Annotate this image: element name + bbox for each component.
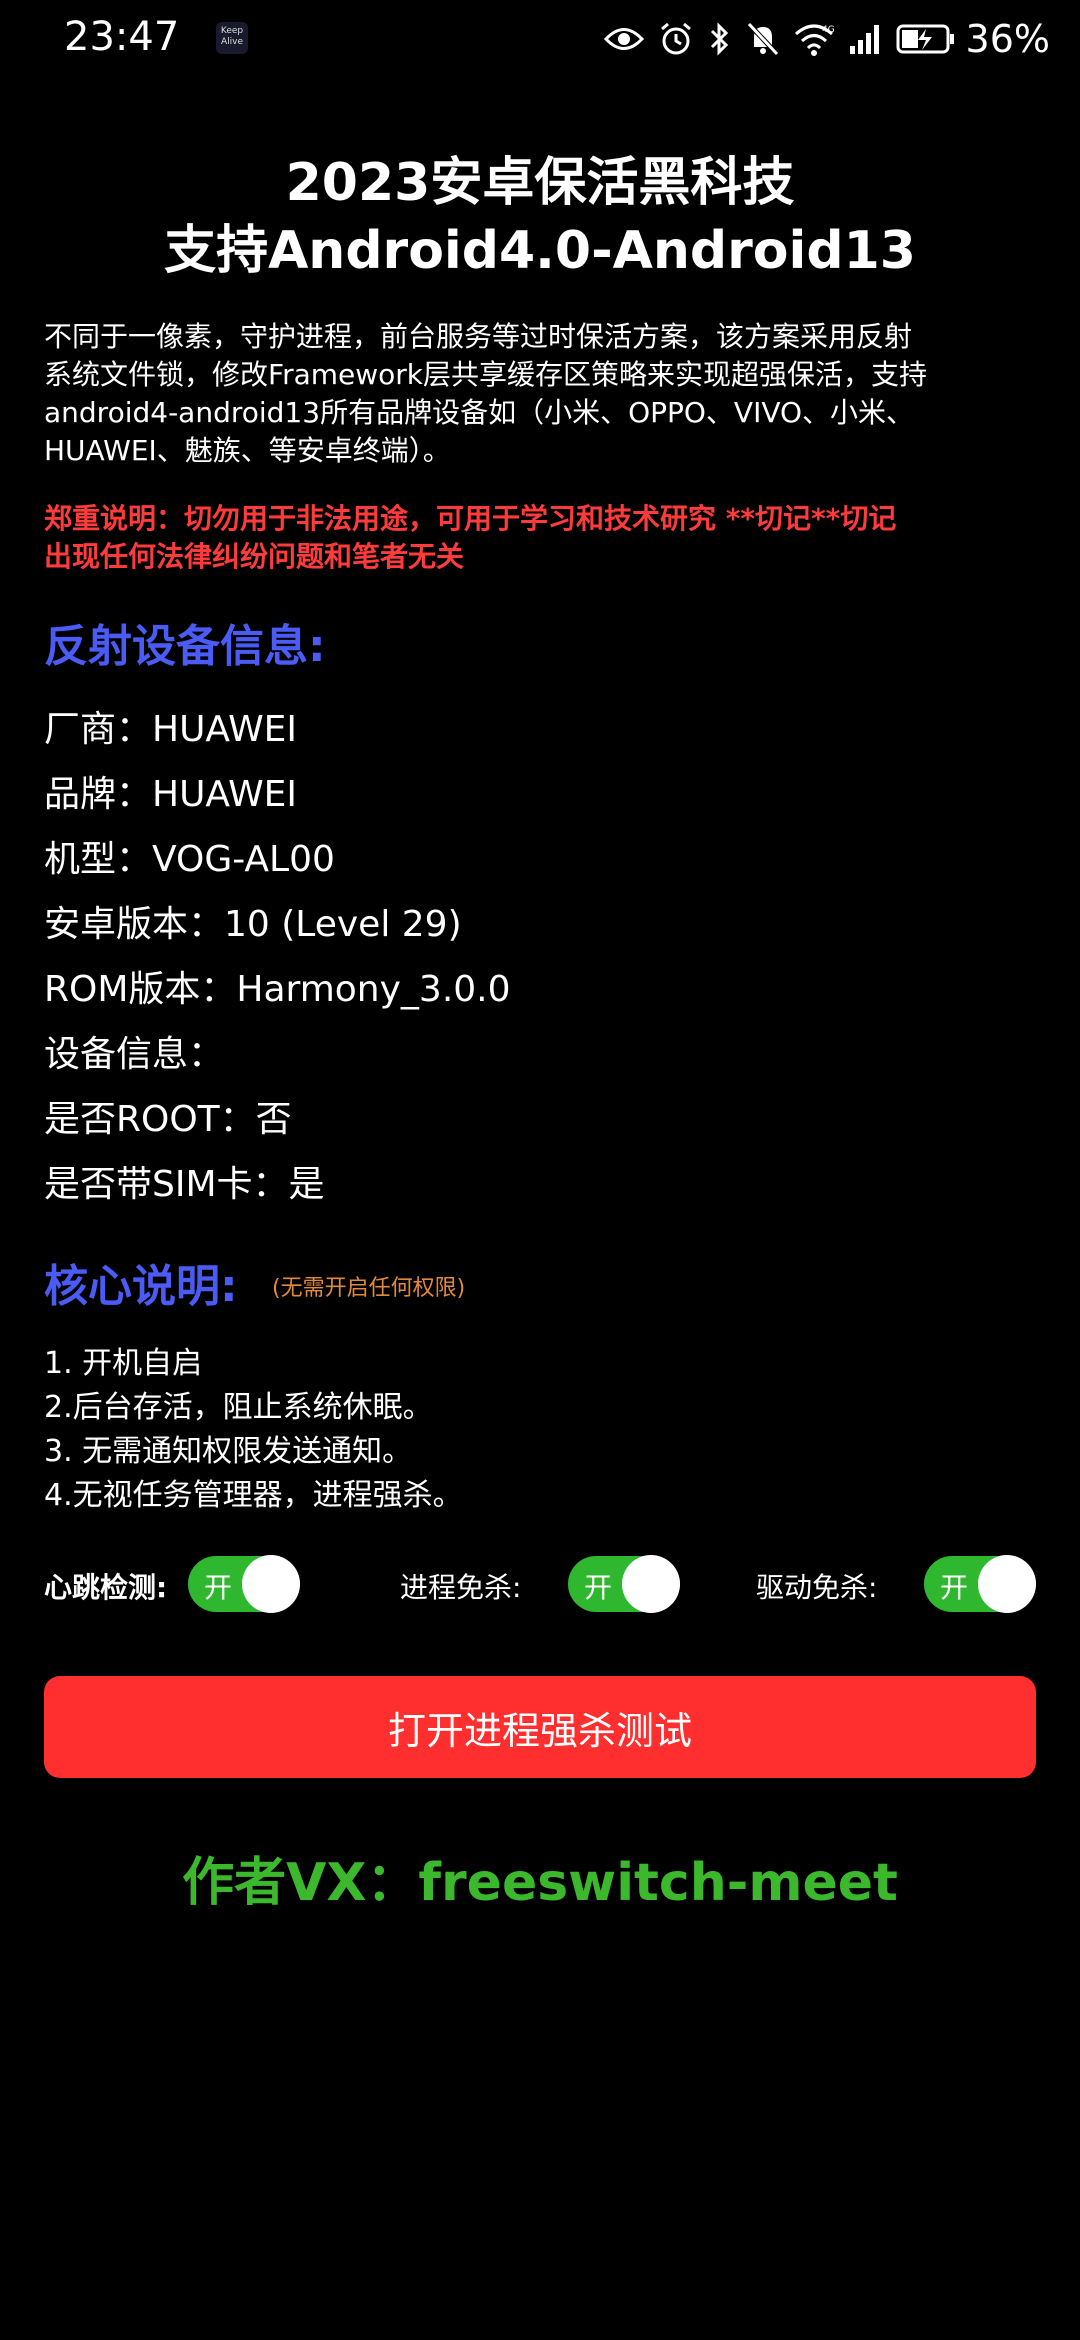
toggle-state: 开 [940, 1571, 969, 1604]
signal-icon [849, 25, 879, 54]
mute-icon [746, 22, 779, 56]
description-line: 系统文件锁，修改Framework层共享缓存区策略来实现超强保活，支持 [44, 358, 928, 391]
process-protect-label: 进程免杀: [400, 1571, 522, 1604]
feature-item: 2.后台存活，阻止系统休眠。 [44, 1390, 433, 1425]
core-heading: 核心说明: [44, 1261, 238, 1312]
network-type: 4G [822, 25, 834, 35]
info-android-version: 安卓版本：10 (Level 29) [44, 904, 462, 945]
battery-charging-icon [896, 24, 954, 54]
toggle-state: 开 [204, 1571, 233, 1604]
info-model: 机型：VOG-AL00 [44, 839, 335, 880]
info-rom-version: ROM版本：Harmony_3.0.0 [44, 969, 511, 1010]
warning-line: 出现任何法律纠纷问题和笔者无关 [44, 540, 465, 573]
device-info-heading: 反射设备信息: [44, 621, 326, 672]
status-time: 23:47 [64, 14, 180, 60]
bluetooth-icon [710, 22, 728, 56]
core-note: (无需开启任何权限) [272, 1276, 466, 1301]
info-sim: 是否带SIM卡：是 [44, 1164, 325, 1205]
feature-item: 1. 开机自启 [44, 1346, 203, 1381]
page-title-line1: 2023安卓保活黑科技 [285, 153, 795, 213]
toggle-state: 开 [584, 1571, 613, 1604]
feature-item: 4.无视任务管理器，进程强杀。 [44, 1478, 463, 1513]
feature-item: 3. 无需通知权限发送通知。 [44, 1434, 413, 1469]
page-title-line2: 支持Android4.0-Android13 [164, 221, 916, 281]
driver-protect-label: 驱动免杀: [756, 1571, 878, 1604]
process-protect-toggle[interactable]: 开 [568, 1555, 680, 1613]
driver-protect-toggle[interactable]: 开 [924, 1555, 1036, 1613]
app-screen: 23:47 Keep Alive 4G 36% 2023安卓保活黑科技 支持An… [0, 0, 1080, 2340]
toggle-knob [242, 1555, 300, 1613]
description: 不同于一像素，守护进程，前台服务等过时保活方案，该方案采用反射 系统文件锁，修改… [44, 318, 1044, 470]
warning-line: 郑重说明：切勿用于非法用途，可用于学习和技术研究 **切记**切记 [44, 502, 897, 535]
author-contact: 作者VX：freeswitch-meet [182, 1853, 898, 1913]
heartbeat-toggle[interactable]: 开 [188, 1555, 300, 1613]
keep-alive-app-icon: Keep Alive [216, 22, 248, 54]
toggle-knob [622, 1555, 680, 1613]
status-icons: 4G 36% [590, 14, 1050, 64]
force-kill-test-button[interactable]: 打开进程强杀测试 [44, 1676, 1036, 1778]
feature-list: 1. 开机自启 2.后台存活，阻止系统休眠。 3. 无需通知权限发送通知。 4.… [44, 1342, 463, 1518]
info-device-info: 设备信息： [44, 1034, 225, 1075]
toggle-knob [978, 1555, 1036, 1613]
info-manufacturer: 厂商：HUAWEI [44, 709, 298, 750]
description-line: android4-android13所有品牌设备如（小米、OPPO、VIVO、小… [44, 396, 915, 429]
alarm-icon [660, 22, 691, 55]
battery-percent: 36% [965, 17, 1050, 61]
heartbeat-label: 心跳检测: [44, 1571, 168, 1604]
info-root: 是否ROOT：否 [44, 1099, 292, 1140]
description-line: HUAWEI、魅族、等安卓终端）。 [44, 434, 451, 467]
status-bar: 23:47 Keep Alive 4G 36% [0, 0, 1080, 80]
wifi-icon: 4G [794, 24, 834, 56]
description-line: 不同于一像素，守护进程，前台服务等过时保活方案，该方案采用反射 [44, 320, 913, 353]
eye-icon [603, 28, 644, 50]
legal-warning: 郑重说明：切勿用于非法用途，可用于学习和技术研究 **切记**切记 出现任何法律… [44, 500, 1044, 576]
info-brand: 品牌：HUAWEI [44, 774, 298, 815]
